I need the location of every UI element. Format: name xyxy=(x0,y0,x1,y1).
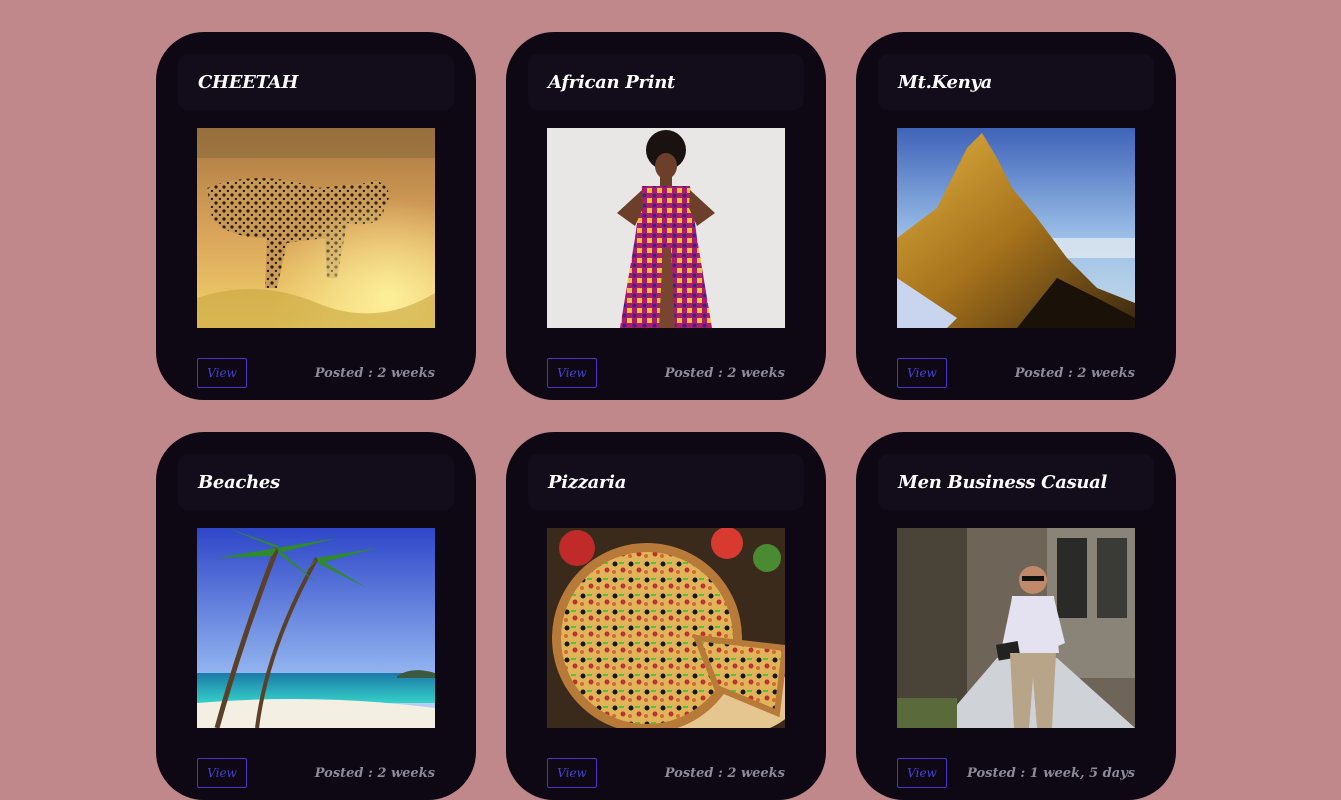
posted-time: Posted : 1 week, 5 days xyxy=(967,765,1135,781)
card-footer: View Posted : 1 week, 5 days xyxy=(897,758,1135,788)
view-button[interactable]: View xyxy=(547,758,597,788)
card-header: African Print xyxy=(528,54,804,110)
beaches-image xyxy=(197,528,435,728)
gallery-card: Mt.Kenya View Posted: 2 weeks xyxy=(856,32,1176,400)
gallery-grid: CHEETAH View Posted: 2 weeks African Pr… xyxy=(156,32,1176,800)
gallery-card: Men Business Casual View Posted: 1 week… xyxy=(856,432,1176,800)
posted-time: Posted : 2 weeks xyxy=(664,765,785,781)
posted-time: Posted : 2 weeks xyxy=(314,365,435,381)
posted-time: Posted : 2 weeks xyxy=(1014,365,1135,381)
card-header: Mt.Kenya xyxy=(878,54,1154,110)
gallery-card: Pizzaria View Posted: 2 weeks xyxy=(506,432,826,800)
mt-kenya-image xyxy=(897,128,1135,328)
men-business-casual-image xyxy=(897,528,1135,728)
mount-kenya-photo xyxy=(897,128,1135,328)
card-footer: View Posted : 2 weeks xyxy=(547,358,785,388)
view-button[interactable]: View xyxy=(197,358,247,388)
view-button[interactable]: View xyxy=(197,758,247,788)
card-header: Men Business Casual xyxy=(878,454,1154,510)
african-print-dress-photo xyxy=(547,128,785,328)
card-title: Mt.Kenya xyxy=(898,71,993,93)
card-footer: View Posted : 2 weeks xyxy=(197,358,435,388)
cheetah-photo xyxy=(197,128,435,328)
card-header: Pizzaria xyxy=(528,454,804,510)
posted-time: Posted : 2 weeks xyxy=(314,765,435,781)
card-title: Men Business Casual xyxy=(898,471,1108,493)
view-button[interactable]: View xyxy=(897,758,947,788)
beach-palm-photo xyxy=(197,528,435,728)
gallery-card: African Print View Posted: 2 weeks xyxy=(506,32,826,400)
card-header: CHEETAH xyxy=(178,54,454,110)
card-title: Pizzaria xyxy=(548,471,627,493)
pizzaria-image xyxy=(547,528,785,728)
view-button[interactable]: View xyxy=(897,358,947,388)
card-footer: View Posted : 2 weeks xyxy=(547,758,785,788)
card-title: CHEETAH xyxy=(198,71,299,93)
business-casual-man-photo xyxy=(897,528,1135,728)
card-title: African Print xyxy=(548,71,676,93)
view-button[interactable]: View xyxy=(547,358,597,388)
gallery-card: CHEETAH View Posted: 2 weeks xyxy=(156,32,476,400)
cheetah-image xyxy=(197,128,435,328)
card-footer: View Posted : 2 weeks xyxy=(897,358,1135,388)
posted-time: Posted : 2 weeks xyxy=(664,365,785,381)
card-footer: View Posted : 2 weeks xyxy=(197,758,435,788)
african-print-image xyxy=(547,128,785,328)
pizza-photo xyxy=(547,528,785,728)
card-title: Beaches xyxy=(198,471,280,493)
card-header: Beaches xyxy=(178,454,454,510)
gallery-card: Beaches View Posted: 2 weeks xyxy=(156,432,476,800)
